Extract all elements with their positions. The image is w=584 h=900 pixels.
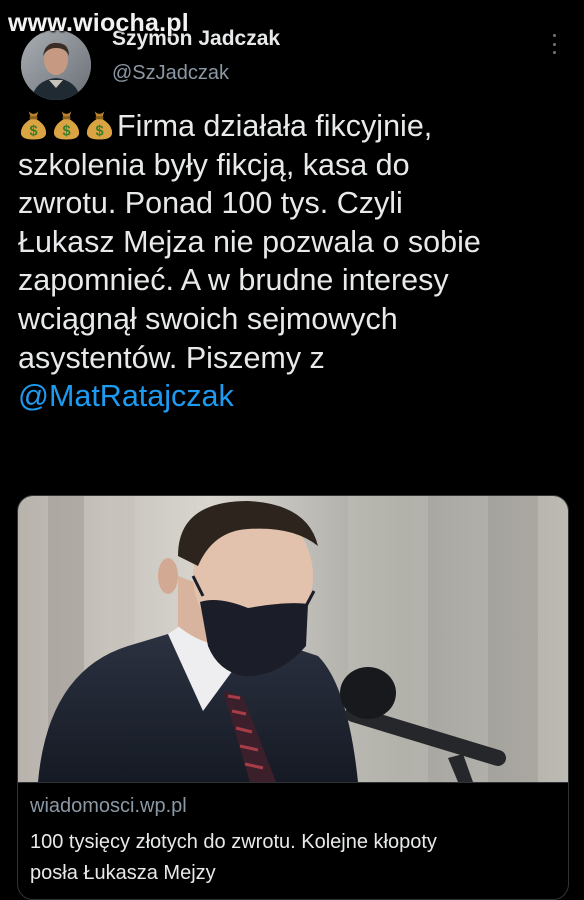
watermark: www.wiocha.pl — [8, 9, 189, 37]
avatar[interactable] — [21, 30, 91, 100]
svg-text:$: $ — [95, 124, 103, 140]
money-bag-icon: $ — [53, 111, 80, 140]
tweet-line: asystentów. Piszemy z — [18, 340, 325, 375]
card-meta: wiadomosci.wp.pl 100 tysięcy złotych do … — [18, 782, 568, 899]
card-title[interactable]: 100 tysięcy złotych do zwrotu. Kolejne k… — [30, 827, 560, 889]
tweet-line: zwrotu. Ponad 100 tys. Czyli — [18, 186, 403, 221]
tweet-line: $ $ $ Firma działała fikcyjnie, — [18, 107, 566, 146]
mention-link[interactable]: @MatRatajczak — [18, 377, 566, 416]
tweet-line: szkolenia były fikcją, kasa do — [18, 147, 410, 182]
tweet-line: zapomnieć. A w brudne interesy — [18, 263, 449, 298]
money-bag-icon: $ — [86, 111, 113, 140]
svg-text:$: $ — [29, 124, 37, 140]
tweet-text: $ $ $ Firma działała fikcyjnie, szkolenia b… — [18, 107, 566, 416]
tweet-line: Łukasz Mejza nie pozwala o sobie — [18, 224, 481, 259]
card-title-line: posła Łukasza Mejzy — [30, 862, 216, 884]
link-card[interactable]: wiadomosci.wp.pl 100 tysięcy złotych do … — [17, 495, 569, 900]
card-image — [18, 496, 568, 782]
more-options-icon[interactable] — [548, 34, 560, 54]
tweet-line: wciągnął swoich sejmowych — [18, 301, 398, 336]
card-domain: wiadomosci.wp.pl — [30, 795, 187, 817]
money-bag-icon: $ — [20, 111, 47, 140]
card-title-line: 100 tysięcy złotych do zwrotu. Kolejne k… — [30, 831, 437, 853]
tweet-line-text: Firma działała fikcyjnie, — [117, 109, 433, 143]
tweet-screenshot: www.wiocha.pl Szymon Jadczak @SzJadczak … — [0, 0, 584, 900]
svg-text:$: $ — [62, 124, 70, 140]
author-handle[interactable]: @SzJadczak — [112, 62, 229, 85]
avatar-image — [21, 30, 91, 100]
